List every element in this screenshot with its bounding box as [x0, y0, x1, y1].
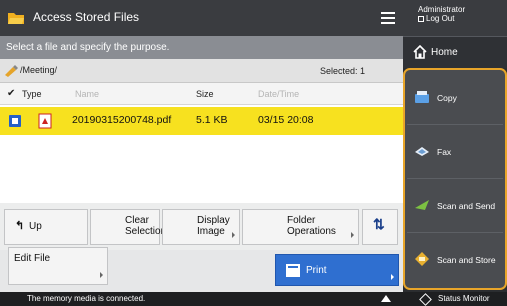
refresh-icon: ⇅: [373, 216, 385, 232]
display-label-1: Display: [197, 215, 230, 226]
file-name: 20190315200748.pdf: [72, 114, 172, 126]
scan-store-label: Scan and Store: [437, 255, 496, 265]
pdf-icon: [38, 113, 52, 129]
selected-count: Selected: 1: [320, 66, 366, 76]
status-monitor-icon: [419, 293, 432, 306]
action-bar: ↰ Up Clear Selection Display Image Folde…: [0, 203, 403, 250]
status-monitor-button[interactable]: Status Monitor: [438, 294, 490, 303]
file-datetime: 03/15 20:08: [258, 114, 314, 126]
logout-icon: [418, 15, 424, 22]
bottom-actions: Edit File Print: [0, 247, 403, 292]
clear-label-1: Clear: [125, 215, 149, 226]
edit-file-label: Edit File: [14, 253, 51, 264]
path-bar: /Meeting/ Selected: 1: [0, 59, 403, 83]
file-row[interactable]: 20190315200748.pdf 5.1 KB 03/15 20:08: [0, 107, 403, 135]
status-message: The memory media is connected.: [27, 294, 146, 303]
instruction-text: Select a file and specify the purpose.: [0, 36, 403, 59]
menu-icon[interactable]: [381, 12, 395, 24]
checkbox-icon[interactable]: [9, 115, 21, 127]
scan-send-label: Scan and Send: [437, 201, 496, 211]
scan-and-store-button[interactable]: Scan and Store: [407, 235, 503, 287]
display-image-button[interactable]: Display Image: [162, 209, 240, 245]
eject-icon[interactable]: [381, 295, 391, 302]
header-size[interactable]: Size: [196, 89, 214, 99]
clear-selection-button[interactable]: Clear Selection: [90, 209, 167, 245]
scan-send-icon: [415, 200, 429, 210]
copy-button[interactable]: Copy: [407, 73, 503, 125]
home-label: Home: [431, 47, 458, 58]
page-title: Access Stored Files: [33, 10, 140, 24]
fax-icon: [415, 147, 429, 156]
print-label: Print: [306, 265, 327, 276]
clear-label-2: Selection: [125, 226, 167, 237]
column-header: ✔ Type Name Size Date/Time: [0, 83, 403, 105]
home-icon: [413, 45, 427, 59]
status-bar: The memory media is connected. Status Mo…: [0, 292, 507, 306]
up-button[interactable]: ↰ Up: [4, 209, 88, 245]
edit-file-button[interactable]: Edit File: [8, 247, 108, 285]
folder-icon: [8, 13, 24, 24]
current-path: /Meeting/: [20, 65, 58, 75]
home-button[interactable]: Home: [403, 36, 507, 68]
print-button[interactable]: Print: [275, 254, 399, 286]
file-size: 5.1 KB: [196, 114, 228, 126]
scan-store-icon: [415, 252, 429, 266]
up-label: Up: [29, 221, 42, 232]
refresh-button[interactable]: ⇅: [362, 209, 398, 245]
copy-icon: [415, 91, 429, 103]
header-datetime[interactable]: Date/Time: [258, 89, 299, 99]
copy-label: Copy: [437, 93, 457, 103]
function-panel: Copy Fax Scan and Send Scan and Store: [403, 68, 507, 290]
title-bar: Access Stored Files: [0, 0, 403, 36]
fax-button[interactable]: Fax: [407, 127, 503, 179]
fax-label: Fax: [437, 147, 452, 157]
memory-media-icon: [5, 65, 18, 77]
up-arrow-icon: ↰: [15, 220, 25, 232]
folder-label-2: Operations: [287, 226, 336, 237]
file-list: 20190315200748.pdf 5.1 KB 03/15 20:08: [0, 105, 403, 203]
header-type[interactable]: Type: [22, 89, 42, 99]
scan-and-send-button[interactable]: Scan and Send: [407, 181, 503, 233]
admin-label: Administrator: [418, 5, 466, 14]
print-icon: [286, 264, 300, 277]
admin-logout[interactable]: Administrator Log Out: [403, 0, 507, 36]
logout-label[interactable]: Log Out: [426, 14, 454, 23]
folder-operations-button[interactable]: Folder Operations: [242, 209, 359, 245]
sort-check-icon: ✔: [7, 88, 16, 99]
header-name[interactable]: Name: [75, 89, 99, 99]
folder-label-1: Folder: [287, 215, 316, 226]
